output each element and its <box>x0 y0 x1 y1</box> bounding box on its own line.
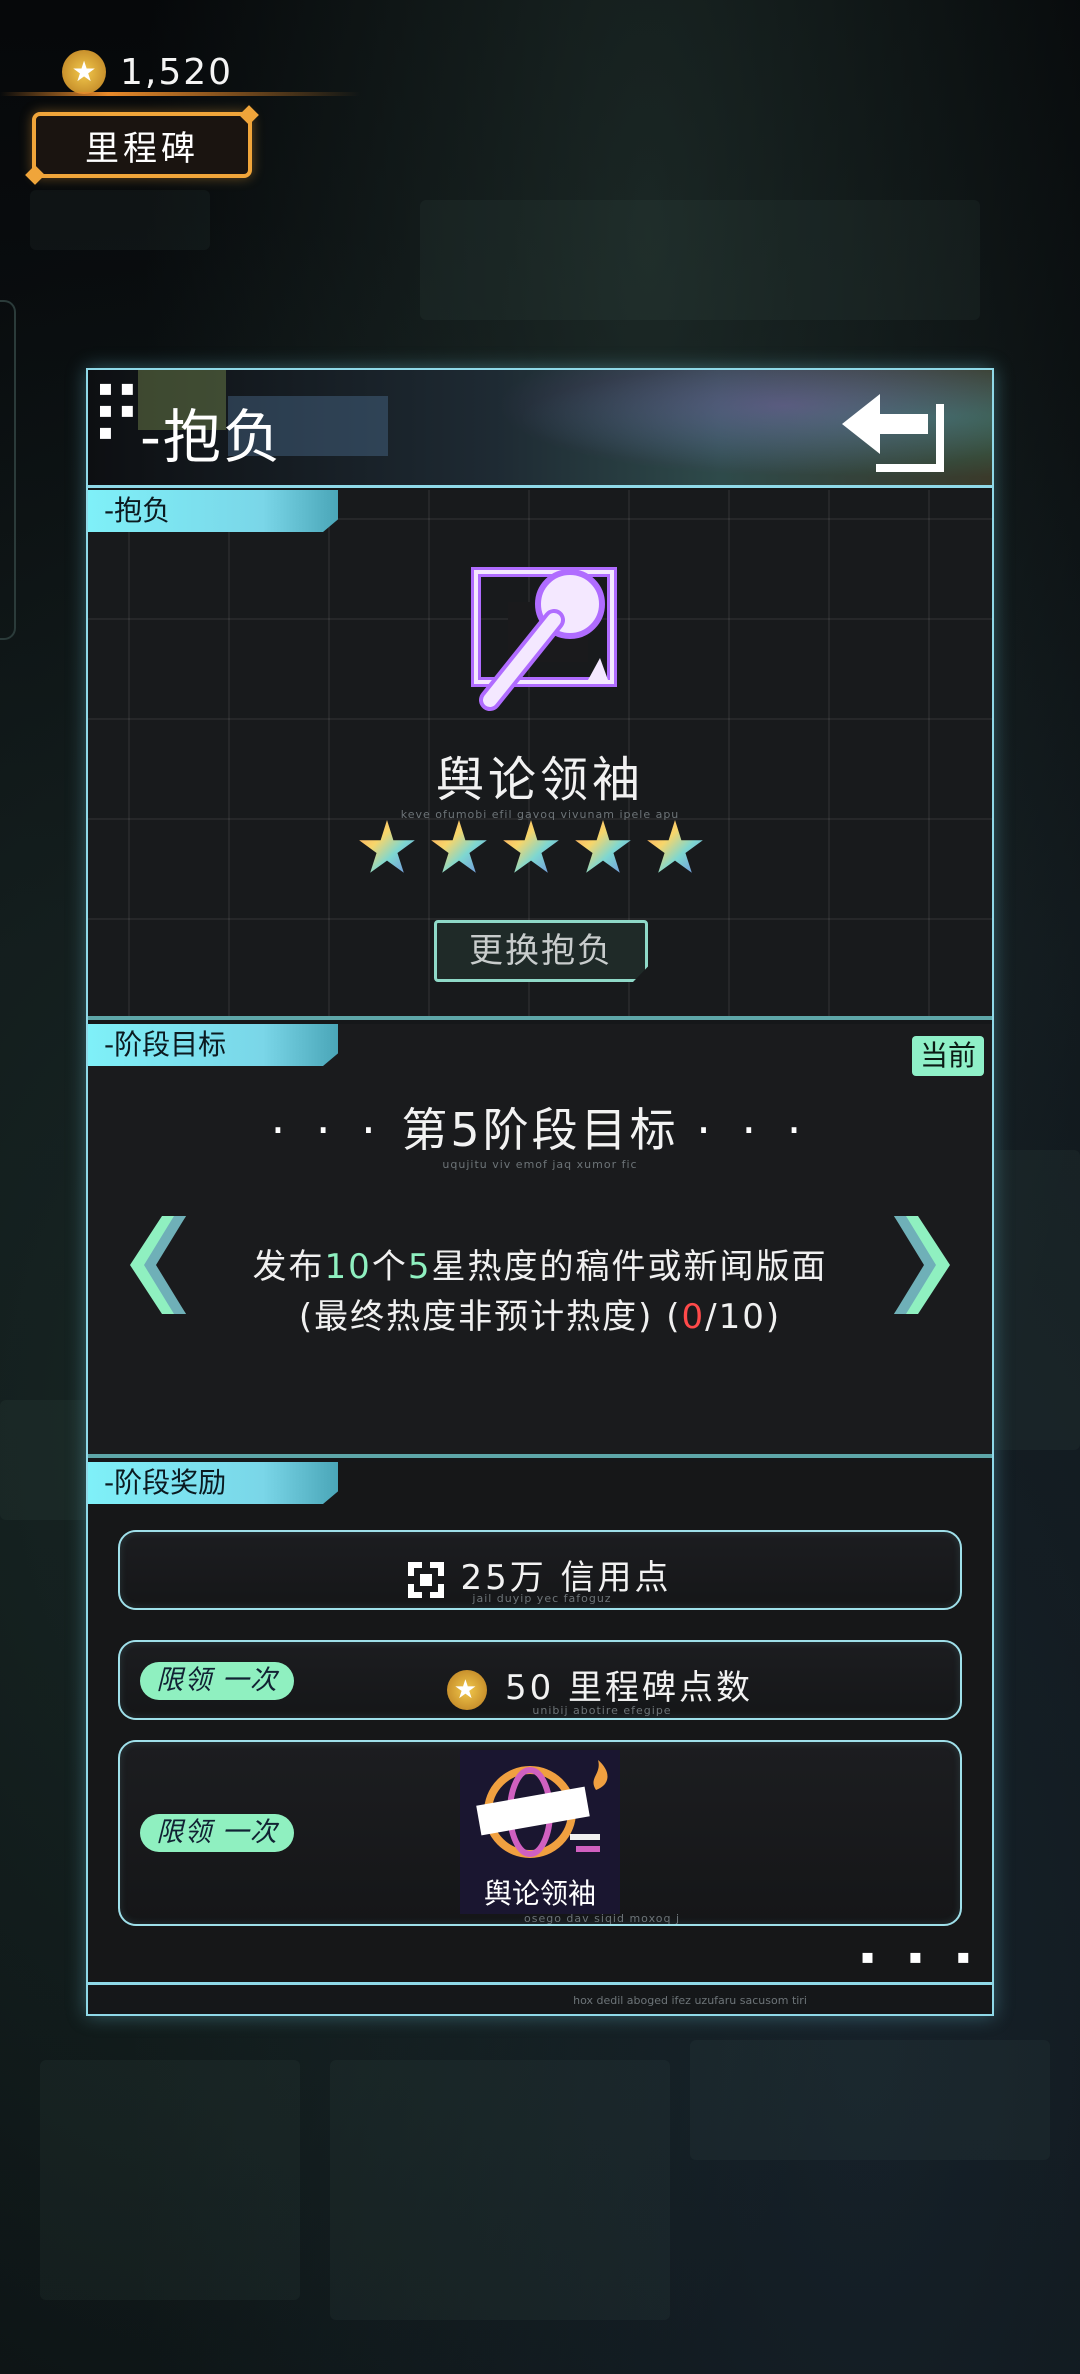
currency-display: ★ 1,520 <box>62 50 233 94</box>
corner-dots: ▪ ▪ ▪ <box>860 1944 984 1968</box>
stage-goal-text: 发布10个5星热度的稿件或新闻版面 (最终热度非预计热度) (0/10) <box>252 1247 828 1337</box>
left-edge-frame <box>0 300 16 640</box>
star-icon <box>503 820 559 873</box>
stage-goal-section: -阶段目标 当前 · · · 第5阶段目标 · · · uqujitu viv … <box>88 1024 992 1458</box>
reward-news-caption: 舆论领袖 <box>483 1877 596 1910</box>
footer-text: hox dedil aboged ifez uzufaru sacusom ti… <box>573 1994 807 2007</box>
reward-item: 限领 一次 ★ 50 里程碑点数 unibij abotire efegipe <box>118 1640 962 1720</box>
header-accent-line <box>0 92 360 96</box>
limit-once-badge: 限领 一次 <box>140 1814 294 1852</box>
stage-title: · · · 第5阶段目标 · · · <box>270 1103 810 1157</box>
star-coin-icon: ★ <box>62 50 106 94</box>
star-icon <box>647 820 703 873</box>
footer-line <box>88 1982 992 1985</box>
milestone-button-label: 里程碑 <box>85 128 199 169</box>
stage-goal-tab: -阶段目标 <box>88 1024 338 1066</box>
currency-amount: 1,520 <box>120 51 234 93</box>
milestone-button[interactable]: 里程碑 <box>32 112 252 178</box>
back-arrow-icon <box>842 394 944 472</box>
change-ambition-button[interactable]: 更换抱负 <box>434 920 648 982</box>
reward-item: 25万 信用点 jail duyip yec fafoguz <box>118 1530 962 1610</box>
ambition-name: 舆论领袖 <box>435 752 644 808</box>
reward-milestone-text: 50 里程碑点数 <box>504 1668 754 1708</box>
current-badge: 当前 <box>912 1036 984 1076</box>
ambition-stars <box>358 820 704 878</box>
panel-header: ▪ ▪ ▪ ▪ ▪ -抱负 <box>88 370 992 488</box>
back-button[interactable] <box>832 380 956 480</box>
star-icon <box>575 820 631 873</box>
star-icon <box>431 820 487 873</box>
ambition-panel: ▪ ▪ ▪ ▪ ▪ -抱负 -抱负 舆论领袖 keve ofumobi efil g… <box>86 368 994 2016</box>
stage-subtitle: uqujitu viv emof jaq xumor fic <box>442 1158 638 1171</box>
reward-item: 限领 一次 舆论领袖 osego dav siqid moxoq j <box>118 1740 962 1926</box>
microphone-icon <box>468 562 620 712</box>
star-icon <box>359 820 415 873</box>
ambition-tab: -抱负 <box>88 490 338 532</box>
panel-title: -抱负 <box>140 403 283 471</box>
ambition-section: -抱负 舆论领袖 keve ofumobi efil gavoq vivunam… <box>88 490 992 1020</box>
stage-reward-section: -阶段奖励 25万 信用点 jail duyip yec fafoguz 限领 … <box>88 1462 992 1982</box>
goal-progress: 0 <box>681 1297 706 1337</box>
stage-reward-tab: -阶段奖励 <box>88 1462 338 1504</box>
